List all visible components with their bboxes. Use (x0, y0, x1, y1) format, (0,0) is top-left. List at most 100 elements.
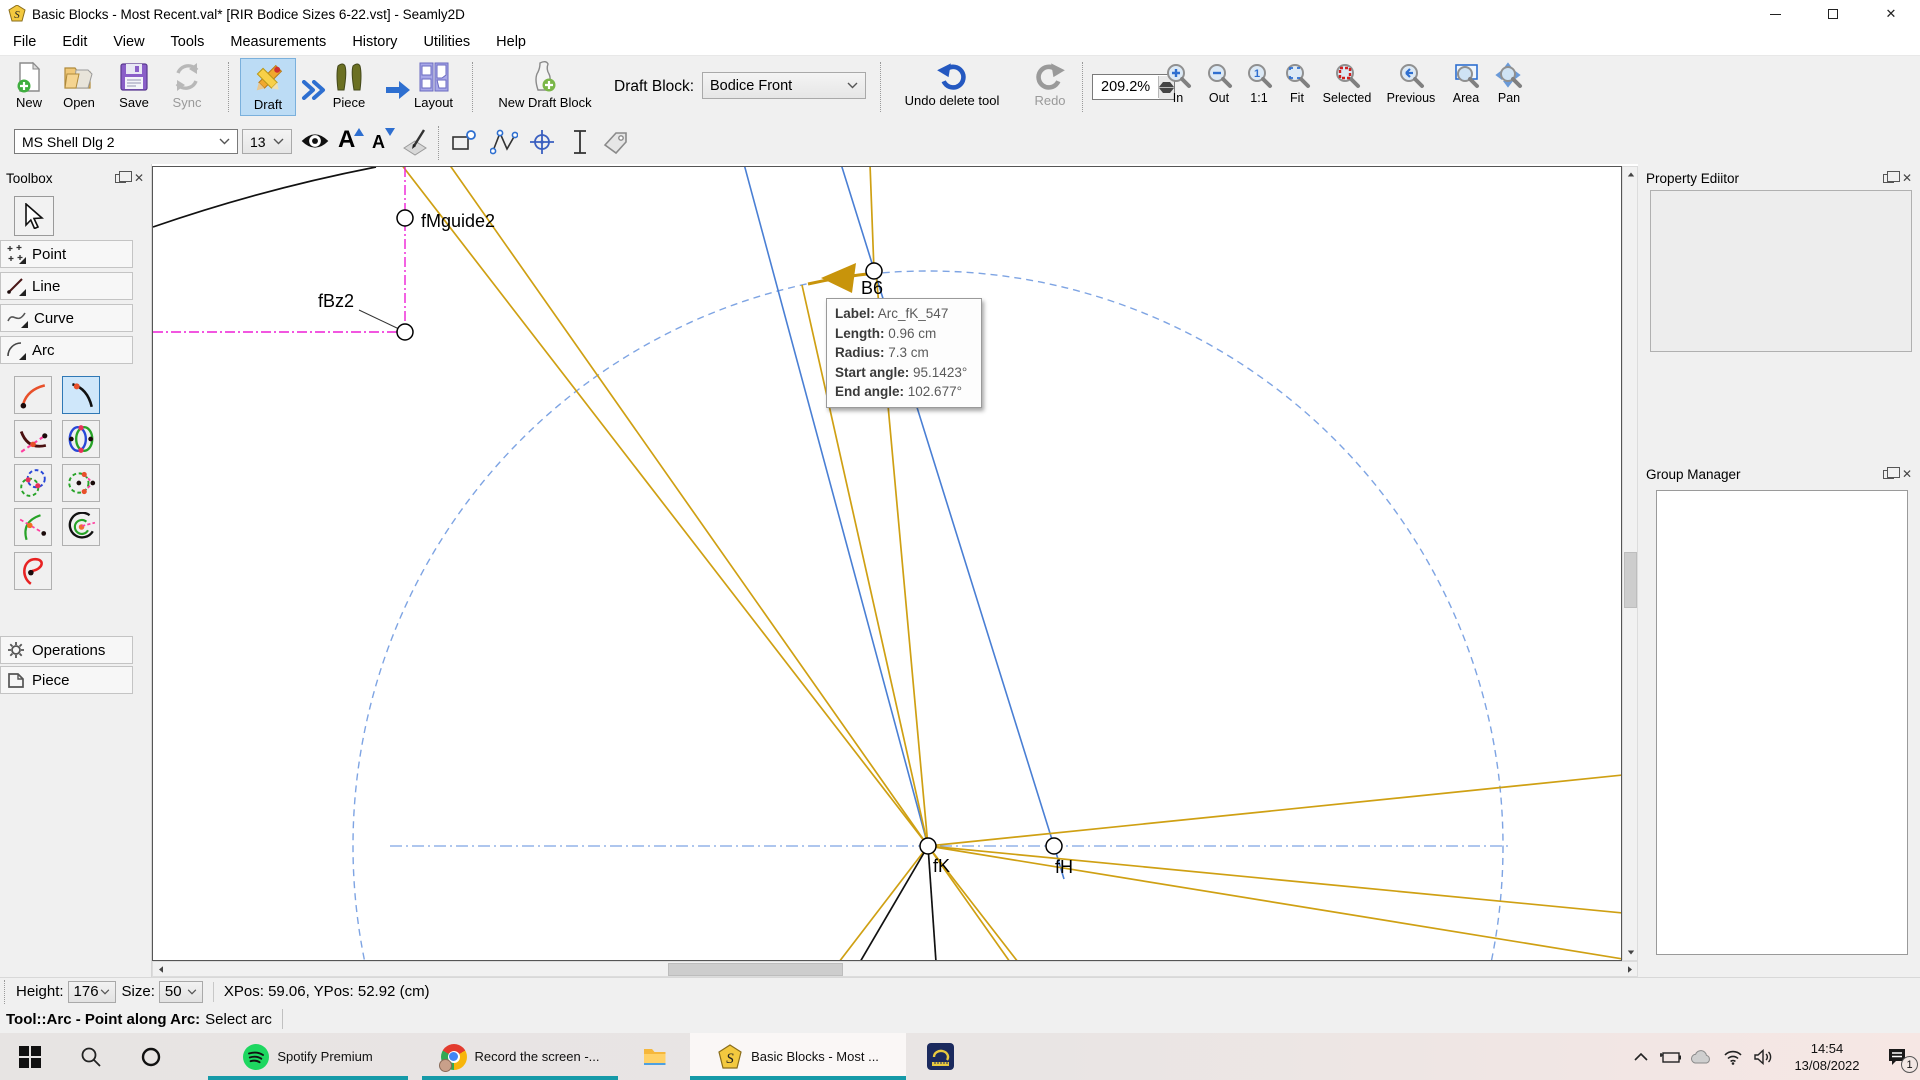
open-button[interactable]: Open (62, 60, 96, 110)
sync-button[interactable]: Sync (170, 60, 204, 110)
group-manager-body[interactable] (1656, 490, 1908, 955)
float-panel-button[interactable] (1883, 174, 1894, 183)
tool-arc[interactable] (14, 376, 52, 414)
taskbar-spotify[interactable]: Spotify Premium (208, 1033, 408, 1080)
section-piece[interactable]: Piece (0, 666, 133, 694)
polyline-nodes-tool-icon[interactable] (490, 128, 518, 156)
zoom-1to1-button[interactable]: 1 1:1 (1238, 62, 1280, 105)
clock[interactable]: 14:54 13/08/2022 (1784, 1040, 1870, 1074)
point-fMguide2[interactable] (397, 210, 413, 226)
tool-point-along-arc[interactable] (62, 376, 100, 414)
menu-measurements[interactable]: Measurements (217, 28, 339, 55)
category-point[interactable]: Point (0, 240, 133, 268)
point-label-fK[interactable]: fK (933, 856, 950, 876)
point-fH[interactable] (1046, 838, 1062, 854)
tool-arc-with-length[interactable] (62, 508, 100, 546)
tool-elliptical-arc[interactable] (14, 552, 52, 590)
zoom-out-button[interactable]: Out (1196, 62, 1242, 105)
menu-file[interactable]: File (0, 28, 49, 55)
menu-history[interactable]: History (339, 28, 410, 55)
property-editor-body[interactable] (1650, 190, 1912, 352)
point-label-fH[interactable]: fH (1055, 857, 1073, 877)
wifi-icon[interactable] (1718, 1049, 1748, 1065)
zoom-fit-button[interactable]: Fit (1276, 62, 1318, 105)
category-arc[interactable]: Arc (0, 336, 133, 364)
taskbar-seamlyme[interactable] (912, 1033, 968, 1080)
menu-utilities[interactable]: Utilities (410, 28, 483, 55)
point-label-fMguide2[interactable]: fMguide2 (421, 211, 495, 231)
horizontal-scrollbar-thumb[interactable] (668, 963, 843, 976)
zoom-previous-button[interactable]: Previous (1378, 62, 1444, 105)
tag-label-icon[interactable] (602, 128, 630, 156)
close-panel-button[interactable]: ✕ (1902, 171, 1912, 185)
taskbar-seamly2d[interactable]: S Basic Blocks - Most ... (690, 1033, 906, 1080)
float-panel-button[interactable] (1883, 470, 1894, 479)
cortana-button[interactable] (122, 1033, 180, 1080)
zoom-in-button[interactable]: In (1156, 62, 1200, 105)
zoom-pan-button[interactable]: Pan (1488, 62, 1530, 105)
section-operations[interactable]: Operations (0, 636, 133, 664)
size-combobox[interactable]: 50 (159, 981, 203, 1003)
undo-button[interactable]: Undo delete tool (892, 60, 1012, 108)
float-panel-button[interactable] (115, 174, 126, 183)
horizontal-scrollbar[interactable] (152, 961, 1638, 977)
tray-chevron-up-icon[interactable] (1626, 1052, 1656, 1062)
maximize-button[interactable] (1804, 0, 1862, 28)
new-draft-block-button[interactable]: New Draft Block (484, 60, 606, 110)
redo-button[interactable]: Redo (1020, 60, 1080, 108)
menu-tools[interactable]: Tools (158, 28, 218, 55)
draft-mode-button[interactable]: Draft (240, 58, 296, 116)
point-along-arc-icon (66, 380, 96, 410)
taskbar-search-button[interactable] (60, 1033, 122, 1080)
zoom-out-icon (1205, 62, 1233, 90)
intersect-circles-icon (66, 424, 96, 454)
point-fK[interactable] (920, 838, 936, 854)
menu-help[interactable]: Help (483, 28, 539, 55)
point-label-fBz2[interactable]: fBz2 (318, 291, 354, 311)
close-panel-button[interactable]: ✕ (134, 171, 144, 185)
rect-node-tool-icon[interactable] (450, 128, 478, 156)
font-decrease-button[interactable]: A (372, 132, 385, 153)
close-panel-button[interactable]: ✕ (1902, 467, 1912, 481)
notification-center-button[interactable]: 1 (1874, 1033, 1920, 1080)
font-family-combobox[interactable]: MS Shell Dlg 2 (14, 129, 238, 154)
tool-intersect-circles[interactable] (62, 420, 100, 458)
layout-mode-button[interactable]: Layout (414, 60, 453, 110)
height-combobox[interactable]: 176 (68, 981, 116, 1003)
crosshair-target-icon[interactable] (528, 128, 556, 156)
onedrive-cloud-icon[interactable] (1686, 1049, 1718, 1065)
category-line[interactable]: Line (0, 272, 133, 300)
tool-arc-intersect-line[interactable] (14, 420, 52, 458)
point-name-pen-icon[interactable] (400, 128, 430, 156)
select-cursor-tool[interactable] (14, 196, 54, 236)
save-button[interactable]: Save (117, 60, 151, 110)
zoom-area-button[interactable]: Area (1444, 62, 1488, 105)
tool-intersect-circles-dashed[interactable] (14, 464, 52, 502)
point-fBz2[interactable] (397, 324, 413, 340)
menu-edit[interactable]: Edit (49, 28, 100, 55)
point-B6[interactable] (866, 263, 882, 279)
piece-mode-button[interactable]: Piece (332, 60, 366, 110)
tool-arc-intersect-axis[interactable] (14, 508, 52, 546)
battery-icon[interactable] (1656, 1050, 1686, 1064)
category-curve[interactable]: Curve (0, 304, 133, 332)
taskbar-file-explorer[interactable] (628, 1033, 682, 1080)
drafting-canvas[interactable]: fMguide2 fBz2 B6 fK fH (152, 166, 1622, 961)
volume-icon[interactable] (1748, 1049, 1780, 1065)
new-button[interactable]: New (12, 60, 46, 110)
font-increase-button[interactable]: A (338, 126, 355, 154)
taskbar-chrome-recording[interactable]: Record the screen -... (422, 1033, 618, 1080)
tool-point-from-circle-tangent[interactable] (62, 464, 100, 502)
zoom-selected-button[interactable]: Selected (1314, 62, 1380, 105)
vertical-scrollbar[interactable] (1622, 166, 1638, 961)
vertical-scrollbar-thumb[interactable] (1624, 552, 1637, 608)
close-button[interactable]: ✕ (1862, 0, 1920, 28)
height-line-icon[interactable] (566, 128, 594, 156)
start-button[interactable] (0, 1033, 60, 1080)
minimize-button[interactable] (1746, 0, 1804, 28)
font-size-combobox[interactable]: 13 (242, 129, 292, 154)
draft-block-combobox[interactable]: Bodice Front (702, 72, 866, 99)
point-label-B6[interactable]: B6 (861, 278, 883, 298)
visibility-eye-icon[interactable] (300, 129, 330, 153)
menu-view[interactable]: View (100, 28, 157, 55)
